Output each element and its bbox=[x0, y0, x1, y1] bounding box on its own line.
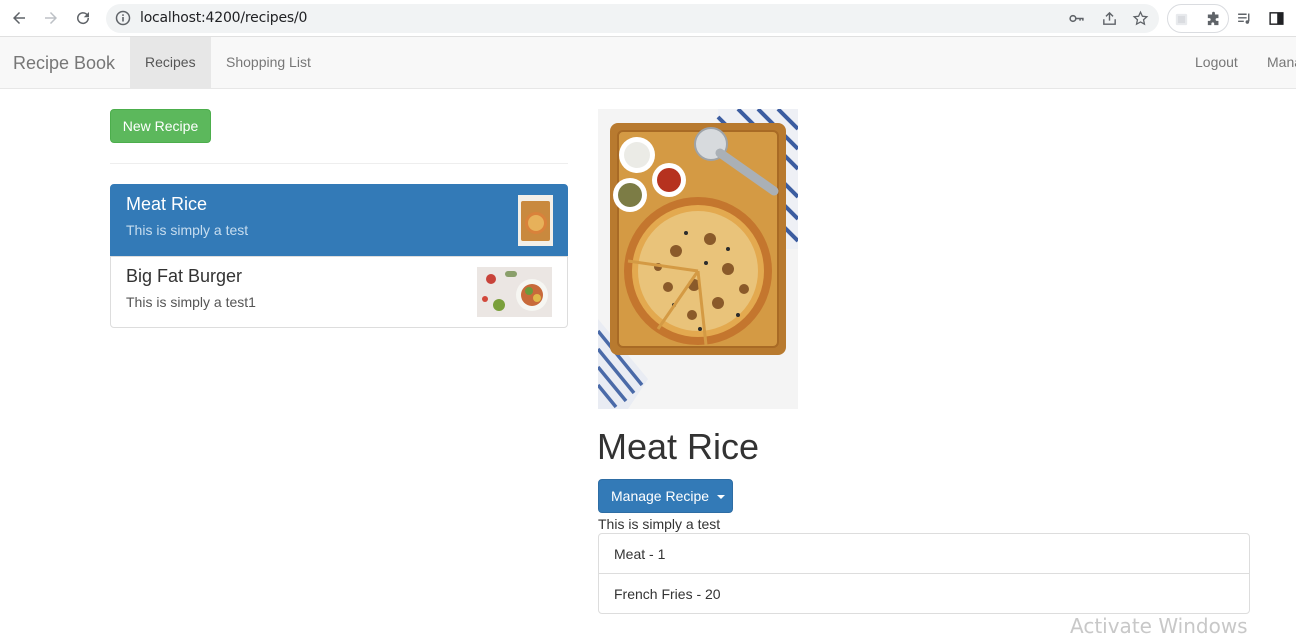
caret-down-icon bbox=[716, 495, 725, 500]
recipe-detail-description: This is simply a test bbox=[598, 516, 721, 532]
ingredient-item: Meat - 1 bbox=[598, 533, 1250, 574]
address-bar[interactable]: localhost:4200/recipes/0 bbox=[106, 4, 1159, 33]
recipe-list-item[interactable]: Big Fat Burger This is simply a test1 bbox=[110, 256, 568, 328]
divider bbox=[110, 163, 568, 164]
recipe-thumbnail bbox=[477, 267, 552, 317]
ingredient-item: French Fries - 20 bbox=[598, 573, 1250, 614]
info-icon[interactable] bbox=[115, 10, 131, 26]
share-icon[interactable] bbox=[1101, 10, 1118, 27]
nav-item-recipes[interactable]: Recipes bbox=[130, 37, 211, 88]
extension-icon[interactable] bbox=[1173, 11, 1190, 28]
manage-recipe-label: Manage Recipe bbox=[611, 488, 710, 504]
star-icon[interactable] bbox=[1132, 10, 1149, 27]
navbar-brand[interactable]: Recipe Book bbox=[13, 53, 115, 74]
browser-toolbar: localhost:4200/recipes/0 bbox=[0, 0, 1296, 37]
manage-recipe-dropdown[interactable]: Manage Recipe bbox=[598, 479, 733, 513]
media-icon[interactable] bbox=[1236, 10, 1253, 27]
ingredient-list: Meat - 1 French Fries - 20 bbox=[598, 533, 1250, 614]
nav-item-logout[interactable]: Logout bbox=[1180, 37, 1253, 88]
sidepanel-icon[interactable] bbox=[1268, 10, 1285, 27]
recipe-image bbox=[598, 109, 798, 409]
app-navbar: Recipe Book Recipes Shopping List Logout… bbox=[0, 37, 1296, 89]
new-recipe-button[interactable]: New Recipe bbox=[110, 109, 211, 143]
recipe-description: This is simply a test bbox=[126, 222, 249, 238]
forward-icon[interactable] bbox=[35, 2, 67, 34]
extensions-group bbox=[1167, 4, 1229, 33]
url-text: localhost:4200/recipes/0 bbox=[140, 10, 308, 26]
key-icon[interactable] bbox=[1068, 10, 1085, 27]
recipe-list-item[interactable]: Meat Rice This is simply a test bbox=[110, 184, 568, 256]
recipe-thumbnail bbox=[518, 195, 553, 246]
recipe-title: Meat Rice bbox=[597, 426, 760, 467]
recipe-description: This is simply a test1 bbox=[126, 294, 256, 310]
reload-icon[interactable] bbox=[67, 2, 99, 34]
nav-item-shopping-list[interactable]: Shopping List bbox=[211, 37, 326, 88]
nav-item-manage[interactable]: Mana bbox=[1252, 37, 1296, 88]
recipe-name: Big Fat Burger bbox=[126, 266, 243, 286]
recipe-name: Meat Rice bbox=[126, 194, 208, 214]
activation-watermark: Activate Windows bbox=[1070, 614, 1248, 638]
puzzle-icon[interactable] bbox=[1205, 11, 1222, 28]
back-icon[interactable] bbox=[3, 2, 35, 34]
